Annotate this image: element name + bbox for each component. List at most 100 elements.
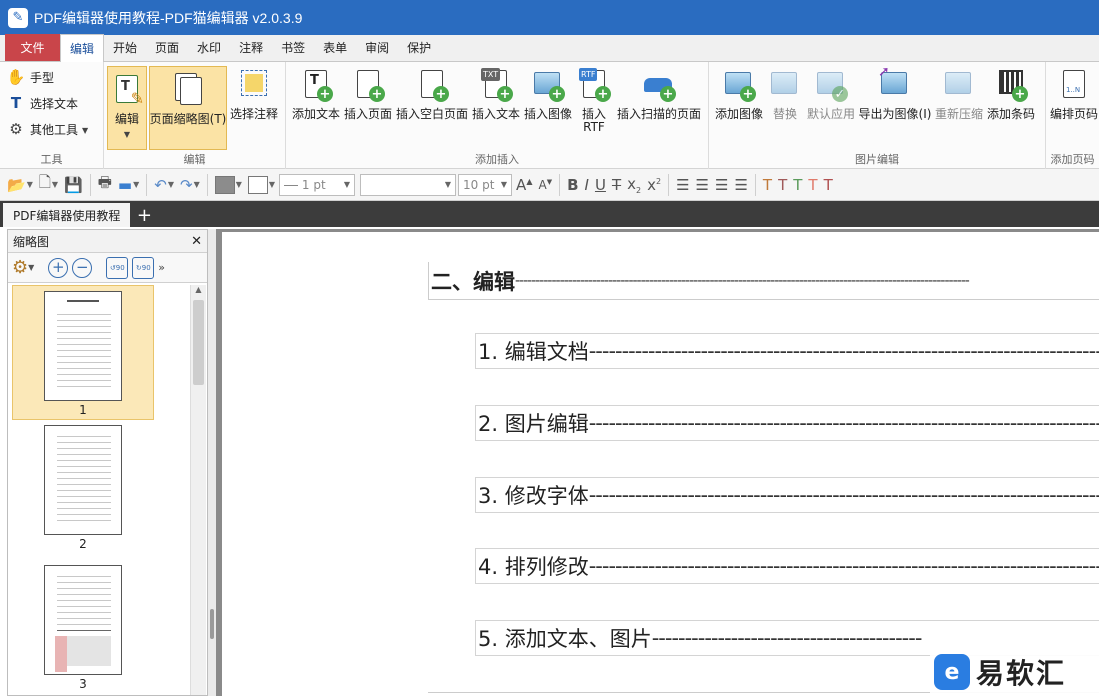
title-bar: ✎ PDF编辑器使用教程-PDF猫编辑器 v2.0.3.9 [0,0,1099,35]
toc-entry-1[interactable]: 1. 编辑文档 ---------------------------------… [475,333,1099,369]
thumbnail-page-2[interactable]: 2 [12,425,154,553]
font-size-value: 10 pt [463,177,495,192]
thumbnail-toolbar: ⚙ ▼ + − ↺90 ↻90 » [8,253,207,283]
stroke-color-swatch [247,175,268,194]
text-tool-5-button[interactable]: T [822,173,835,197]
strikethrough-button[interactable]: T [610,173,623,197]
new-document-button[interactable]: 🗋 ▼ [37,173,60,197]
line-width-select[interactable]: 1 pt ▼ [279,173,356,196]
text-tool-1-button[interactable]: T [761,173,774,197]
insert-group: T + 添加文本 + 插入页面 + 插入空白页面 TXT + 插入文本 + 插入图像… [286,62,709,169]
page-preview [44,425,122,535]
rotate-right-button[interactable]: ↻90 [132,256,155,279]
decrease-font-button[interactable]: A▼ [536,173,554,197]
fill-color-button[interactable]: ▼ [213,173,244,197]
print-button[interactable]: 🖶 [96,173,114,197]
toc-entry-3[interactable]: 3. 修改字体 ---------------------------------… [475,477,1099,513]
hand-tool-button[interactable]: ✋ 手型 [6,66,88,88]
thumbnail-options-button[interactable]: ⚙ ▼ [12,257,34,278]
toolbar-divider [206,173,208,196]
minus-icon: − [76,258,89,276]
line-width-value: 1 pt [284,178,326,192]
superscript-button[interactable]: x2 [645,173,663,197]
underline-button[interactable]: U [593,173,608,197]
tab-watermark[interactable]: 水印 [188,34,230,61]
add-image-label: 添加图像 [715,107,764,121]
close-icon[interactable]: ✕ [191,234,202,249]
splitter-grip[interactable] [210,609,214,639]
text-tool-3-button[interactable]: T [791,173,804,197]
tab-form[interactable]: 表单 [314,34,356,61]
toc-entry-4[interactable]: 4. 排列修改 ---------------------------------… [475,548,1099,584]
file-menu-tab[interactable]: 文件 [5,34,60,61]
underline-icon: U [594,175,606,194]
zoom-in-button[interactable]: + [48,257,69,278]
rotate-left-button[interactable]: ↺90 [106,256,129,279]
toc-entry-2[interactable]: 2. 图片编辑 ---------------------------------… [475,405,1099,441]
tab-annotation[interactable]: 注释 [230,34,272,61]
align-left-button[interactable]: ☰ [674,173,691,197]
align-justify-button[interactable]: ☰ [732,173,749,197]
toc-leader: ----------------------------------------… [651,626,923,650]
thumbnail-page-3[interactable]: 3 [12,565,154,693]
document-tab[interactable]: PDF编辑器使用教程 [3,203,131,227]
scan-button[interactable]: ▬ ▼ [116,173,141,197]
redo-icon: ↷ [180,175,193,194]
tab-page[interactable]: 页面 [146,34,188,61]
bold-button[interactable]: B [565,173,580,197]
tab-bookmark[interactable]: 书签 [272,34,314,61]
select-text-button[interactable]: T 选择文本 [6,92,88,114]
italic-button[interactable]: I [583,173,591,197]
gear-icon: ⚙ [12,257,29,278]
text-tool-2-button[interactable]: T [776,173,789,197]
zoom-out-button[interactable]: − [72,257,93,278]
bold-icon: B [567,175,579,194]
tab-protect[interactable]: 保护 [398,34,440,61]
italic-icon: I [584,175,589,194]
undo-button[interactable]: ↶ ▼ [152,173,176,197]
subscript-button[interactable]: x2 [625,173,643,197]
text-edit-icon: T [762,175,773,194]
toolbar-divider [146,173,148,196]
toolbar-divider [754,173,756,196]
redo-button[interactable]: ↷ ▼ [178,173,202,197]
stroke-color-button[interactable]: ▼ [246,173,277,197]
thumbnail-page-1[interactable]: 1 [12,285,154,420]
scroll-up-icon[interactable]: ▲ [191,285,206,299]
more-chevron-icon[interactable]: » [158,261,165,274]
page-preview [44,291,122,401]
default-apply-icon: ✓ [814,68,848,102]
page-thumbnail-button[interactable]: 页面缩略图(T) [149,66,227,150]
insert-blank-page-label: 插入空白页面 [396,107,469,121]
tab-review[interactable]: 审阅 [356,34,398,61]
toc-leader: ----------------------------------------… [588,339,1099,363]
text-color-icon: T [823,175,833,194]
align-center-button[interactable]: ☰ [694,173,711,197]
increase-font-button[interactable]: A▲ [514,173,534,197]
default-apply-label: 默认应用 [807,107,856,121]
thumbnail-scrollbar[interactable]: ▲ [190,285,206,695]
other-tools-button[interactable]: ⚙ 其他工具 ▼ [6,118,88,140]
panel-splitter[interactable] [208,229,216,696]
tab-start[interactable]: 开始 [104,34,146,61]
font-name-select[interactable]: ▼ [360,173,457,196]
chevron-down-icon: ▼ [26,180,33,189]
thumbnail-page-number: 3 [79,677,87,691]
tools-group-label: 工具 [40,153,63,166]
edit-group: T ✎ 编辑 ▼ 页面缩略图(T) 选择注释 编辑 [104,62,286,169]
text-tool-4-button[interactable]: T [806,173,819,197]
scrollbar-thumb[interactable] [193,300,204,385]
insert-rtf-label-2: RTF [583,120,605,134]
chevron-down-icon: ▼ [133,180,140,189]
add-text-icon: T + [299,68,333,102]
page-number-group: 1..N 编排页码 添加页码 [1046,62,1099,169]
align-right-button[interactable]: ☰ [713,173,730,197]
edit-button[interactable]: T ✎ 编辑 ▼ [107,66,147,150]
tab-edit[interactable]: 编辑 [60,34,105,62]
open-folder-button[interactable]: 📂 ▼ [5,173,35,197]
section-heading[interactable]: 二、编辑 ------------------------------------… [428,262,1099,300]
watermark-logo-icon: e [934,654,970,690]
save-button[interactable]: 💾 [62,173,85,197]
new-tab-plus-icon[interactable]: + [134,204,154,226]
font-size-select[interactable]: 10 pt ▼ [458,173,513,196]
